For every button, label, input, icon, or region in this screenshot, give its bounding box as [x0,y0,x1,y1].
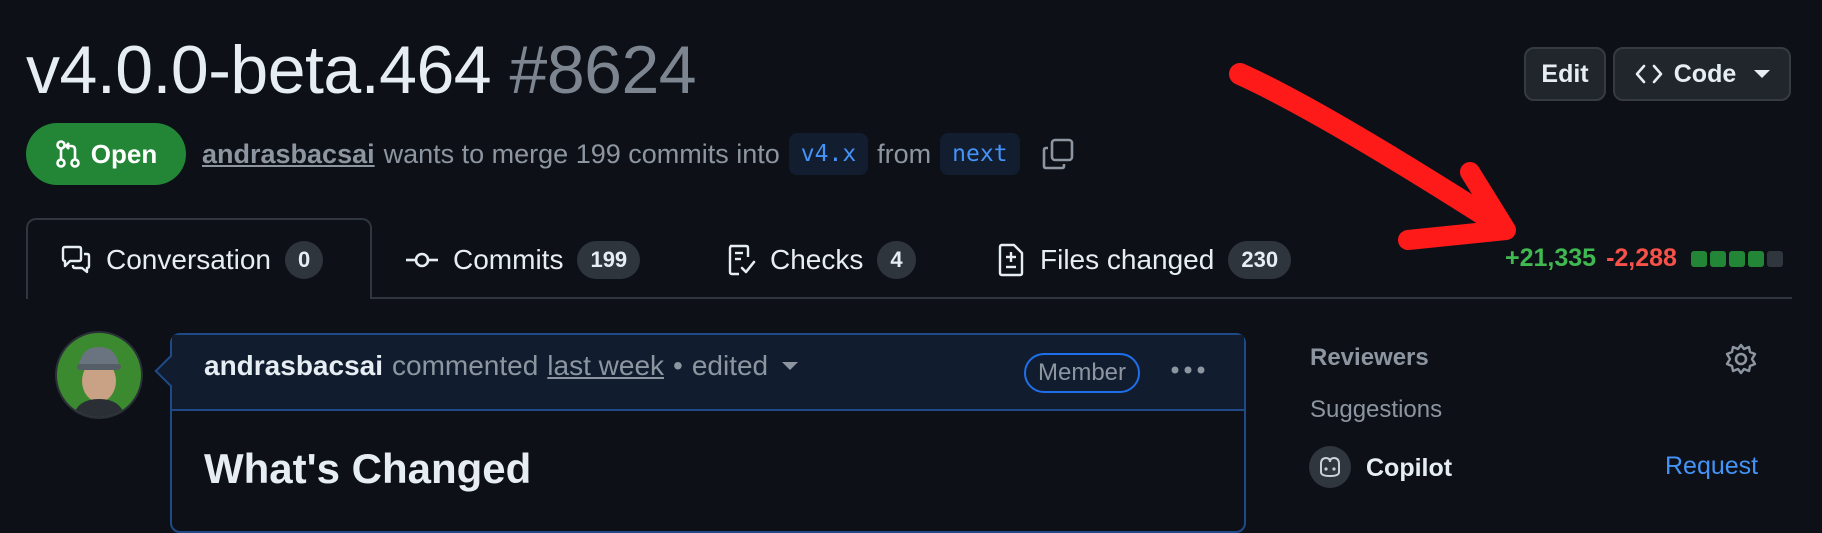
git-pull-request-icon [55,140,80,168]
file-diff-icon [998,243,1024,277]
tab-conversation-count: 0 [284,241,324,279]
tab-checks-count: 4 [877,241,916,279]
request-review-link[interactable]: Request [1665,452,1758,481]
git-commit-icon [406,252,438,268]
avatar-face [57,333,141,417]
author-link[interactable]: andrasbacsai [202,139,375,170]
deletions-count: -2,288 [1606,244,1677,272]
comment-meta: andrasbacsai commented last week • edite… [204,350,799,382]
reviewers-title[interactable]: Reviewers [1310,344,1429,372]
comment-separator: • [673,350,683,381]
suggestions-label: Suggestions [1310,396,1443,423]
copy-icon[interactable] [1041,137,1075,171]
edited-dropdown[interactable]: edited [691,350,799,382]
additions-count: +21,335 [1505,244,1597,272]
tab-files-changed[interactable]: Files changed 230 [996,226,1292,294]
role-label: Member [1038,359,1127,386]
status-badge: Open [26,123,186,185]
chevron-down-icon [782,362,799,370]
tab-commits[interactable]: Commits 199 [405,226,641,294]
pr-merge-info: andrasbacsai wants to merge 199 commits … [202,128,1075,180]
code-button-label: Code [1673,59,1737,88]
gear-icon[interactable] [1724,342,1758,376]
comment-action: commented [392,350,539,381]
code-button[interactable]: Code [1613,47,1791,101]
diffstat: +21,335 -2,288 [1505,244,1783,273]
tab-checks-label: Checks [770,244,864,275]
chevron-down-icon [1754,70,1771,78]
merge-text: wants to merge 199 commits into [383,138,780,169]
role-badge: Member [1024,353,1141,393]
checklist-icon [728,244,756,276]
pr-number: #8624 [509,32,697,108]
tab-conversation[interactable]: Conversation 0 [60,226,324,294]
comment-discussion-icon [61,245,91,274]
diffstat-block [1709,250,1726,267]
status-label: Open [90,138,158,169]
tab-commits-count: 199 [577,241,641,279]
pr-title: v4.0.0-beta.464 #8624 [26,28,697,112]
diffstat-block [1766,250,1783,267]
diffstat-block [1728,250,1745,267]
from-text: from [877,138,932,169]
comment-timestamp[interactable]: last week [547,350,664,382]
head-branch[interactable]: next [940,133,1020,175]
base-branch[interactable]: v4.x [788,133,869,175]
tab-files-changed-count: 230 [1228,241,1292,279]
diffstat-block [1690,250,1707,267]
comment-author[interactable]: andrasbacsai [204,350,383,382]
code-icon [1635,64,1663,84]
tab-commits-label: Commits [453,244,564,275]
edited-label: edited [691,350,769,381]
suggested-reviewer-name: Copilot [1366,454,1453,482]
kebab-menu-icon[interactable] [1168,350,1208,390]
tab-checks[interactable]: Checks 4 [726,226,916,294]
avatar[interactable] [55,331,143,419]
pr-title-text: v4.0.0-beta.464 [26,32,492,108]
tab-conversation-label: Conversation [106,244,271,275]
diffstat-blocks [1690,250,1783,267]
tab-files-changed-label: Files changed [1040,244,1215,275]
diffstat-block [1747,250,1764,267]
copilot-icon [1320,456,1340,478]
edit-button[interactable]: Edit [1524,47,1606,101]
edit-button-label: Edit [1541,59,1589,88]
copilot-avatar [1309,446,1351,488]
comment-heading: What's Changed [204,445,532,492]
